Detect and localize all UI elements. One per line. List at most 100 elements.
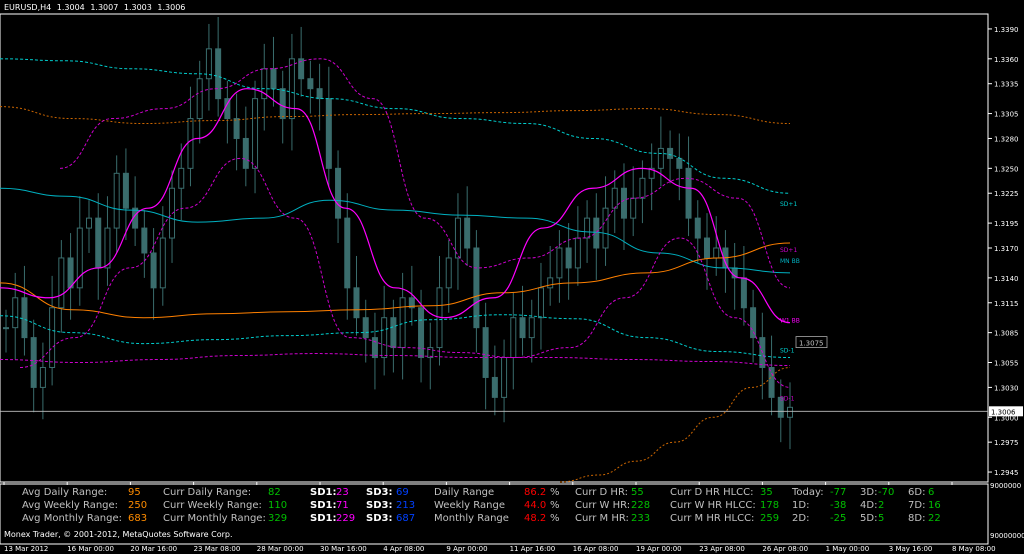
curr-daily-label: Curr Daily Range: bbox=[163, 487, 252, 498]
price-tick-label: 1.3280 bbox=[994, 135, 1019, 143]
candle-body bbox=[371, 337, 378, 359]
day3-label: 3D: bbox=[860, 487, 878, 498]
open-value: 1.3004 bbox=[56, 3, 85, 12]
price-chart[interactable]: 1.3390 1.3360 1.3335 1.3305 1.3280 1.3250 1.32… bbox=[0, 0, 1024, 554]
day7-value: 16 bbox=[928, 500, 941, 511]
weekly-range-value: 44.0 bbox=[524, 500, 547, 511]
candle-body bbox=[768, 366, 775, 398]
symbol-label: EURUSD,H4 bbox=[4, 3, 52, 12]
candle-body bbox=[30, 337, 37, 388]
candle-body bbox=[556, 247, 563, 279]
candle-body bbox=[49, 307, 56, 368]
candle-body bbox=[242, 137, 249, 169]
candle-body bbox=[316, 88, 323, 100]
candle-body bbox=[593, 217, 600, 249]
sd1-daily-label: SD1: bbox=[310, 487, 337, 498]
candle-body bbox=[344, 217, 351, 289]
curr-m-hlcc-label: Curr M HR HLCC: bbox=[670, 513, 755, 524]
candle-body bbox=[58, 257, 65, 309]
time-tick-label: 9 Apr 00:00 bbox=[446, 545, 487, 553]
candle-body bbox=[685, 167, 692, 219]
daily-range-percent: % bbox=[550, 487, 560, 498]
candle-body bbox=[491, 376, 498, 398]
time-tick-label: 19 Apr 00:00 bbox=[636, 545, 682, 553]
candle-body bbox=[233, 118, 240, 139]
day5-label: 5D: bbox=[860, 513, 878, 524]
day2-value: -25 bbox=[830, 513, 847, 524]
indicator-label: SD+1 bbox=[780, 247, 797, 254]
sd1-monthly-label: SD1: bbox=[310, 513, 337, 524]
day3-value: -70 bbox=[878, 487, 895, 498]
indicator-tick-label: 9000000 bbox=[990, 482, 1021, 490]
avg-weekly-value: 250 bbox=[128, 500, 148, 511]
candle-body bbox=[418, 307, 425, 359]
candle-body bbox=[178, 167, 185, 189]
sd3-monthly-value: 687 bbox=[396, 513, 416, 524]
candle-body bbox=[215, 48, 222, 100]
day8-label: 8D: bbox=[908, 513, 926, 524]
candle-body bbox=[565, 247, 572, 269]
candle-body bbox=[713, 247, 720, 259]
time-tick-label: 16 Mar 00:00 bbox=[67, 545, 114, 553]
time-tick-label: 23 Apr 08:00 bbox=[699, 545, 745, 553]
candle-body bbox=[657, 147, 664, 169]
sd3-monthly-label: SD3: bbox=[366, 513, 393, 524]
price-tick-label: 1.3305 bbox=[994, 111, 1019, 119]
curr-m-hr-label: Curr M HR: bbox=[575, 513, 629, 524]
time-tick-label: 23 Mar 08:00 bbox=[194, 545, 241, 553]
price-axis: 1.3390 1.3360 1.3335 1.3305 1.3280 1.3250 1.32… bbox=[988, 26, 1024, 540]
sd1-daily-value: 23 bbox=[336, 487, 349, 498]
indicator-labels: SD+1 MN BB SD+1 W1 BB SD-1 SD-1 1.3075 bbox=[780, 201, 828, 402]
candle-body bbox=[703, 237, 710, 259]
candle-body bbox=[353, 287, 360, 319]
orange-upper-dotted bbox=[0, 106, 791, 125]
candle-body bbox=[584, 217, 591, 239]
candle-body bbox=[510, 317, 517, 359]
candle-body bbox=[113, 172, 120, 229]
candle-body bbox=[252, 98, 259, 169]
curr-d-hr-value: 55 bbox=[631, 487, 644, 498]
candle-body bbox=[325, 98, 332, 169]
candle-body bbox=[528, 317, 535, 339]
candle-body bbox=[307, 78, 314, 90]
avg-monthly-value: 683 bbox=[128, 513, 148, 524]
candle-body bbox=[150, 252, 157, 289]
curr-d-hlcc-label: Curr D HR HLCC: bbox=[670, 487, 754, 498]
candle-body bbox=[95, 217, 102, 269]
candle-body bbox=[270, 68, 277, 90]
day1-label: 1D: bbox=[792, 500, 810, 511]
avg-daily-value: 95 bbox=[128, 487, 141, 498]
daily-range-value: 86.2 bbox=[524, 487, 547, 498]
indicator-overlays bbox=[0, 58, 988, 483]
candle-body bbox=[482, 327, 489, 378]
candle-body bbox=[86, 217, 93, 229]
curr-w-hr-value: 228 bbox=[631, 500, 651, 511]
candle-body bbox=[547, 277, 554, 289]
candle-body bbox=[335, 167, 342, 219]
candle-body bbox=[21, 297, 28, 339]
candle-body bbox=[464, 217, 471, 249]
indicator-tick-label: 90000000 bbox=[990, 532, 1024, 540]
candle-body bbox=[279, 88, 286, 120]
curr-w-hlcc-value: 178 bbox=[760, 500, 780, 511]
day6-value: 6 bbox=[928, 487, 935, 498]
price-tick-label: 1.3360 bbox=[994, 56, 1019, 64]
curr-weekly-label: Curr Weekly Range: bbox=[163, 500, 262, 511]
candle-body bbox=[122, 172, 129, 209]
time-tick-label: 1 May 00:00 bbox=[826, 545, 870, 553]
candle-body bbox=[574, 237, 581, 269]
sd1-weekly-label: SD1: bbox=[310, 500, 337, 511]
low-value: 1.3003 bbox=[123, 3, 152, 12]
curr-m-hr-value: 233 bbox=[631, 513, 651, 524]
avg-daily-label: Avg Daily Range: bbox=[22, 487, 108, 498]
close-value: 1.3006 bbox=[157, 3, 186, 12]
orange-lower-dotted bbox=[559, 366, 791, 483]
candle-body bbox=[381, 317, 388, 359]
indicator-label: W1 BB bbox=[780, 318, 800, 325]
price-tick-label: 1.3250 bbox=[994, 165, 1019, 173]
monthly-range-label: Monthly Range bbox=[434, 513, 509, 524]
time-tick-label: 26 Apr 08:00 bbox=[762, 545, 808, 553]
weekly-upper-band bbox=[59, 58, 791, 289]
price-tick-label: 1.3335 bbox=[994, 81, 1019, 89]
candle-body bbox=[602, 207, 609, 249]
